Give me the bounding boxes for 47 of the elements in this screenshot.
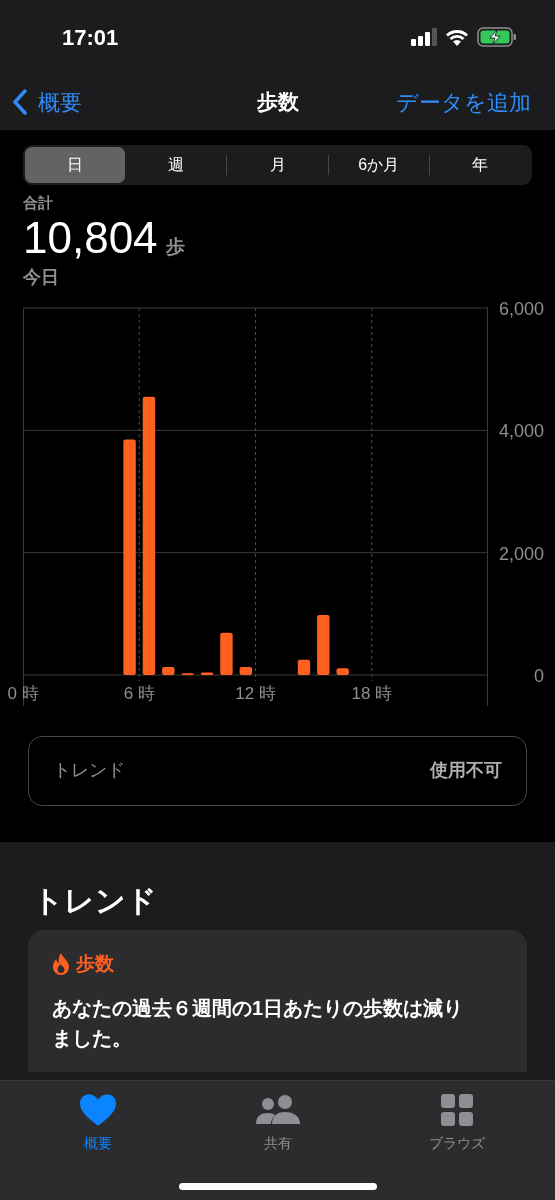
tab-item[interactable]: 共有 bbox=[227, 1093, 328, 1154]
segment-tab[interactable]: 6か月 bbox=[328, 147, 429, 183]
trend-card[interactable]: 歩数 あなたの過去６週間の1日あたりの歩数は減りました。 bbox=[28, 930, 527, 1072]
section-heading: トレンド bbox=[32, 886, 158, 916]
bar bbox=[317, 614, 330, 675]
bar bbox=[239, 666, 252, 675]
trend-status: 使用不可 bbox=[430, 759, 502, 782]
axis-label: 6 時 bbox=[123, 683, 155, 703]
bar bbox=[200, 672, 214, 675]
total-label: 合計 bbox=[23, 195, 54, 210]
segment-tab[interactable]: 日 bbox=[25, 147, 126, 183]
battery-charging-icon bbox=[477, 27, 517, 47]
axis-label: 2,000 bbox=[498, 543, 544, 564]
add-data-button[interactable]: データを追加 bbox=[396, 85, 531, 119]
tab-item[interactable]: ブラウズ bbox=[407, 1093, 507, 1154]
bar bbox=[336, 667, 349, 675]
axis-label: 0 時 bbox=[7, 683, 39, 703]
date-label: 今日 bbox=[23, 267, 60, 286]
axis-label: 18 時 bbox=[351, 683, 393, 703]
total-value: 10,804 bbox=[23, 216, 158, 260]
trend-label: トレンド bbox=[53, 759, 125, 782]
axis-label: 6,000 bbox=[498, 298, 544, 319]
wifi-icon bbox=[445, 28, 469, 46]
card-title: 歩数 bbox=[76, 952, 114, 976]
back-button[interactable]: 概要 bbox=[12, 85, 82, 119]
heart-icon bbox=[80, 1094, 116, 1126]
axis-label: 0 bbox=[534, 665, 544, 686]
signal-icon bbox=[411, 28, 437, 46]
bar bbox=[297, 659, 311, 675]
axis-label: 12 時 bbox=[235, 683, 276, 703]
status-time: 17:01 bbox=[62, 23, 119, 52]
grid-icon bbox=[441, 1094, 473, 1126]
segment-tab[interactable]: 週 bbox=[126, 147, 227, 183]
bar bbox=[220, 632, 233, 675]
chevron-left-icon bbox=[12, 89, 28, 115]
segment-tab[interactable]: 年 bbox=[429, 147, 530, 183]
people-icon bbox=[254, 1094, 301, 1126]
unit-label: 歩 bbox=[165, 235, 185, 259]
axis-label: 4,000 bbox=[498, 420, 544, 441]
bar bbox=[181, 672, 194, 675]
bar bbox=[162, 666, 175, 675]
trend-message: あなたの過去６週間の1日あたりの歩数は減りました。 bbox=[52, 995, 465, 1051]
flame-icon bbox=[52, 953, 70, 976]
segment-tab[interactable]: 月 bbox=[227, 147, 328, 183]
tab-item[interactable]: 概要 bbox=[48, 1093, 148, 1154]
nav-title: 歩数 bbox=[256, 89, 299, 116]
trend-row[interactable]: トレンド 使用不可 bbox=[28, 735, 527, 806]
